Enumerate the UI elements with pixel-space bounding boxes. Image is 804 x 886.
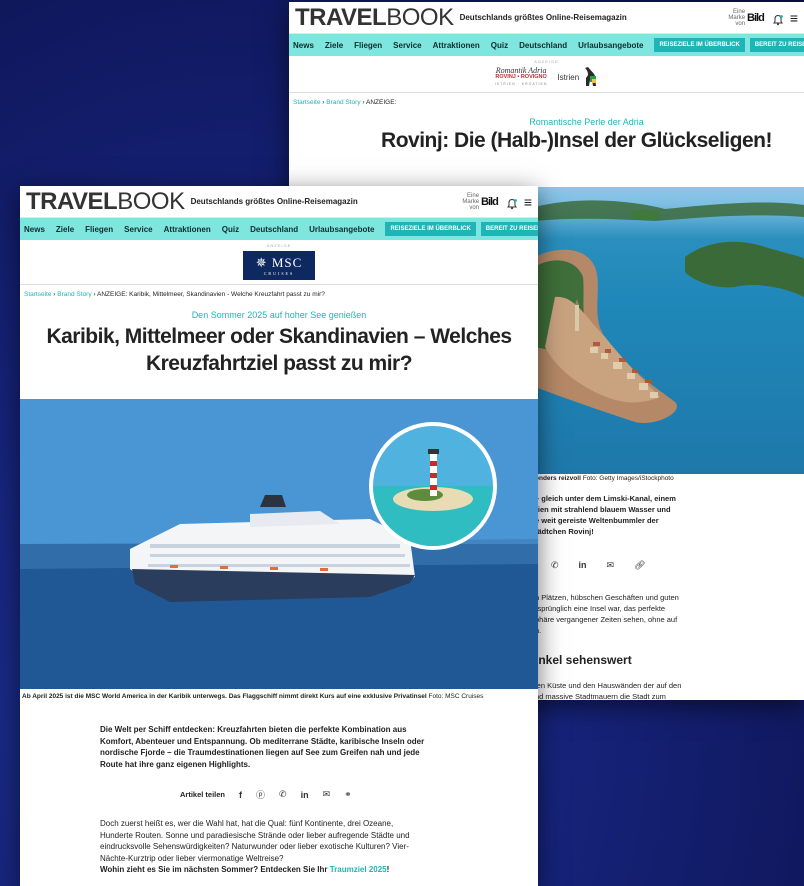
share-label: Artikel teilen: [180, 790, 226, 799]
nav-item-ziele[interactable]: Ziele: [56, 225, 74, 234]
nav-item-news[interactable]: News: [24, 225, 45, 234]
ad-banner[interactable]: ✵ MSC CRUISES: [20, 248, 538, 285]
goat-icon: [585, 67, 597, 86]
bild-brand-logo[interactable]: Eine Marke von Bild: [457, 193, 498, 211]
breadcrumb: Startseite › Brand Story › ANZEIGE:: [293, 99, 397, 106]
reiseziele-button[interactable]: REISEZIELE IM ÜBERBLICK: [654, 38, 745, 52]
bereit-zu-reisen-button[interactable]: BEREIT ZU REISEN: [749, 38, 804, 52]
link-icon[interactable]: ⚭: [344, 789, 352, 800]
breadcrumb-brand-story[interactable]: Brand Story: [57, 291, 91, 298]
article-paragraph: Doch zuerst heißt es, wer die Wahl hat, …: [100, 819, 410, 874]
article-paragraph-2: len Küste und den Hauswänden der auf den…: [535, 681, 682, 700]
nav-item-attraktionen[interactable]: Attraktionen: [433, 41, 480, 50]
traumziel-link[interactable]: Traumziel 2025: [330, 865, 387, 874]
linkedin-icon[interactable]: in: [579, 560, 587, 571]
article-paragraph: n Plätzen, hübschen Geschäften und guten…: [535, 593, 679, 635]
msc-cruises-logo: ✵ MSC CRUISES: [243, 251, 315, 280]
article-kicker: Romantische Perle der Adria: [529, 117, 644, 127]
nav-item-attraktionen[interactable]: Attraktionen: [164, 225, 211, 234]
image-caption: Ab April 2025 ist die MSC World America …: [22, 693, 484, 700]
article-intro: – gleich unter dem Limski-Kanal, einem ri…: [535, 494, 676, 536]
front-browser-window: TRAVEL BOOK Deutschlands größtes Online-R…: [20, 186, 538, 886]
main-navigation: News Ziele Fliegen Service Attraktionen …: [289, 34, 804, 56]
site-tagline: Deutschlands größtes Online-Reisemagazin: [190, 197, 358, 206]
nav-item-service[interactable]: Service: [393, 41, 421, 50]
article-kicker: Den Sommer 2025 auf hoher See genießen: [191, 310, 367, 320]
nav-item-deutschland[interactable]: Deutschland: [519, 41, 567, 50]
nav-item-fliegen[interactable]: Fliegen: [354, 41, 382, 50]
site-header: TRAVEL BOOK Deutschlands größtes Online-R…: [20, 186, 538, 218]
facebook-icon[interactable]: f: [239, 790, 242, 800]
breadcrumb-home[interactable]: Startseite: [293, 99, 320, 106]
bereit-zu-reisen-button[interactable]: BEREIT ZU REISEN: [480, 222, 538, 236]
bild-brand-logo[interactable]: Eine Marke von Bild: [723, 9, 764, 27]
main-navigation: News Ziele Fliegen Service Attraktionen …: [20, 218, 538, 240]
breadcrumb: Startseite › Brand Story › ANZEIGE: Kari…: [24, 291, 325, 298]
article-title: Karibik, Mittelmeer oder Skandinavien – …: [46, 325, 512, 375]
nav-item-news[interactable]: News: [293, 41, 314, 50]
reiseziele-button[interactable]: REISEZIELE IM ÜBERBLICK: [385, 222, 476, 236]
breadcrumb-current: ANZEIGE:: [366, 99, 397, 106]
whatsapp-icon[interactable]: ✆: [551, 560, 559, 571]
bell-icon[interactable]: [506, 197, 517, 209]
site-tagline: Deutschlands größtes Online-Reisemagazin: [459, 13, 627, 22]
travelbook-logo[interactable]: TRAVEL BOOK: [26, 188, 185, 216]
nav-item-fliegen[interactable]: Fliegen: [85, 225, 113, 234]
breadcrumb-brand-story[interactable]: Brand Story: [326, 99, 360, 106]
article-subheading: inkel sehenswert: [535, 653, 632, 667]
image-caption: onders reizvoll Foto: Getty Images/iStoc…: [535, 475, 674, 482]
breadcrumb-home[interactable]: Startseite: [24, 291, 51, 298]
nav-item-quiz[interactable]: Quiz: [222, 225, 239, 234]
nav-item-service[interactable]: Service: [124, 225, 152, 234]
rovinj-ad-logo: Romantik Adria ROVINJ • ROVIGNO ISTRIEN …: [494, 65, 548, 86]
nav-item-urlaubsangebote[interactable]: Urlaubsangebote: [578, 41, 643, 50]
article-intro: Die Welt per Schiff entdecken: Kreuzfahr…: [100, 725, 425, 769]
mail-icon[interactable]: ✉: [607, 560, 615, 571]
bell-icon[interactable]: [772, 13, 783, 25]
pinterest-icon[interactable]: ⓟ: [256, 788, 265, 801]
hero-image: [20, 399, 538, 689]
breadcrumb-current: ANZEIGE: Karibik, Mittelmeer, Skandinavi…: [97, 291, 325, 298]
nav-item-quiz[interactable]: Quiz: [491, 41, 508, 50]
compass-icon: ✵: [255, 255, 268, 270]
hero-image: [535, 187, 804, 474]
menu-icon[interactable]: ≡: [524, 195, 532, 209]
linkedin-icon[interactable]: in: [301, 790, 309, 800]
menu-icon[interactable]: ≡: [790, 11, 798, 25]
share-bar: ✆ in ✉ 🔗︎: [551, 560, 646, 571]
link-icon[interactable]: 🔗︎: [634, 560, 645, 571]
ad-banner[interactable]: Romantik Adria ROVINJ • ROVIGNO ISTRIEN …: [289, 64, 804, 93]
nav-item-urlaubsangebote[interactable]: Urlaubsangebote: [309, 225, 374, 234]
site-header: TRAVEL BOOK Deutschlands größtes Online-R…: [289, 2, 804, 34]
mail-icon[interactable]: ✉: [323, 789, 331, 800]
share-bar: Artikel teilen f ⓟ ✆ in ✉ ⚭: [180, 788, 352, 801]
nav-item-deutschland[interactable]: Deutschland: [250, 225, 298, 234]
nav-item-ziele[interactable]: Ziele: [325, 41, 343, 50]
istrien-ad-logo: Istrien: [557, 66, 598, 88]
article-title: Rovinj: Die (Halb-)Insel der Glückselige…: [381, 129, 772, 152]
whatsapp-icon[interactable]: ✆: [279, 789, 287, 800]
travelbook-logo[interactable]: TRAVEL BOOK: [295, 4, 454, 32]
